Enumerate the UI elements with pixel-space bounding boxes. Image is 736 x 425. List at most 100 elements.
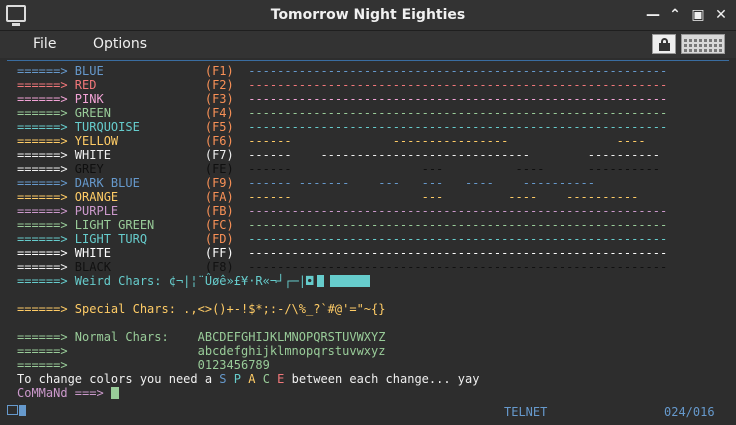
status-screen-icon <box>7 405 18 415</box>
color-dashes: ------ --- ---- ---------- <box>248 162 661 176</box>
color-dashes: ------ ---------------- ---- <box>248 134 646 148</box>
color-name: RED <box>74 78 97 92</box>
color-dashes: ----------------------------------------… <box>248 218 668 232</box>
row-arrow: ======> <box>17 106 75 120</box>
color-row: ======> TURQUOISE (F5) -----------------… <box>17 120 667 134</box>
color-code: (F5) <box>204 120 234 134</box>
color-row: ======> DARK BLUE (F9) ------ ------- --… <box>17 176 595 190</box>
color-dashes: ----------------------------------------… <box>248 92 668 106</box>
close-icon[interactable]: ✕ <box>713 7 729 23</box>
menu-bar: File Options <box>0 31 736 58</box>
space-letter: C <box>262 372 270 386</box>
color-name: WHITE <box>74 148 111 162</box>
row-arrow: ======> <box>17 358 68 372</box>
color-code: (F6) <box>204 134 234 148</box>
minimize-icon[interactable]: — <box>645 7 661 23</box>
color-row: ======> ORANGE (FA) ------ --- ---- ----… <box>17 190 638 204</box>
color-code: (F4) <box>204 106 234 120</box>
command-prompt[interactable]: CoMMaNd ===> <box>17 386 119 400</box>
menu-options[interactable]: Options <box>93 31 147 58</box>
normal-chars-row: ======> Normal Chars: ABCDEFGHIJKLMNOPQR… <box>17 330 385 344</box>
color-name: GREEN <box>74 106 111 120</box>
color-dashes: ----------------------------------------… <box>248 64 668 78</box>
color-name: LIGHT TURQ <box>74 232 148 246</box>
row-arrow: ======> <box>17 344 68 358</box>
color-dashes: ------ ------- --- --- ---- ---------- <box>248 176 595 190</box>
maximize-icon[interactable]: ▣ <box>690 7 706 23</box>
color-name: BLUE <box>74 64 104 78</box>
title-bar[interactable]: Tomorrow Night Eighties — ⌃ ▣ ✕ <box>0 0 736 31</box>
window-title: Tomorrow Night Eighties <box>270 7 466 23</box>
color-name: LIGHT GREEN <box>74 218 155 232</box>
color-name: TURQUOISE <box>74 120 140 134</box>
hint-row: To change colors you need a S P A C E be… <box>17 372 479 386</box>
color-name: ORANGE <box>74 190 119 204</box>
weird-label: Weird Chars: <box>74 274 169 288</box>
color-code: (F1) <box>204 64 234 78</box>
digit-chars: 0123456789 <box>197 358 270 372</box>
color-dashes: ----------------------------------------… <box>248 204 668 218</box>
text-cursor[interactable] <box>110 387 119 399</box>
color-dashes: ----------------------------------------… <box>248 232 668 246</box>
space-letter: S <box>219 372 227 386</box>
color-dashes: ------ ----------------------------- ---… <box>248 148 661 162</box>
row-arrow: ======> <box>17 218 75 232</box>
color-code: (FB) <box>204 204 234 218</box>
row-arrow: ======> <box>17 78 75 92</box>
color-name: PURPLE <box>74 204 119 218</box>
color-code: (FC) <box>204 218 234 232</box>
color-name: BLACK <box>74 260 111 274</box>
color-dashes: ------ --- ---- ---------- <box>248 190 639 204</box>
color-row: ======> WHITE (FF) ---------------------… <box>17 246 667 260</box>
color-code: (F2) <box>204 78 234 92</box>
row-arrow: ======> <box>17 148 75 162</box>
restore-icon[interactable]: ⌃ <box>667 7 683 23</box>
keyboard-icon[interactable] <box>681 34 725 54</box>
color-code: (F8) <box>204 260 234 274</box>
color-dashes: ----------------------------------------… <box>248 78 668 92</box>
row-arrow: ======> <box>17 92 75 106</box>
row-arrow: ======> <box>17 330 75 344</box>
hint-text: To change colors you need a <box>17 372 220 386</box>
color-name: DARK BLUE <box>74 176 140 190</box>
color-name: PINK <box>74 92 104 106</box>
color-code: (FA) <box>204 190 234 204</box>
status-bar <box>0 402 736 425</box>
weird-chars-row: ======> Weird Chars: ¢¬|¦¨Ûøê»£¥·R«¬┘┌─|… <box>17 274 371 288</box>
special-chars-row: ======> Special Chars: .,<>()+-!$*;:-/\%… <box>17 302 385 316</box>
status-position: 024/016 <box>664 405 715 419</box>
hint-text: between each change... yay <box>284 372 480 386</box>
block-glyph <box>352 275 371 287</box>
color-name: GREY <box>74 162 104 176</box>
color-dashes: ----------------------------------------… <box>248 106 668 120</box>
lock-icon[interactable] <box>652 34 676 54</box>
row-arrow: ======> <box>17 190 75 204</box>
terminal-screen[interactable]: ======> BLUE (F1) ----------------------… <box>7 60 729 403</box>
menu-file[interactable]: File <box>33 31 56 58</box>
normal-label: Normal Chars: <box>74 330 198 344</box>
color-row: ======> LIGHT TURQ (FD) ----------------… <box>17 232 667 246</box>
lower-chars: abcdefghijklmnopqrstuvwxyz <box>197 344 386 358</box>
status-indicator-icon <box>19 405 26 416</box>
row-arrow: ======> <box>17 204 75 218</box>
row-arrow: ======> <box>17 176 75 190</box>
